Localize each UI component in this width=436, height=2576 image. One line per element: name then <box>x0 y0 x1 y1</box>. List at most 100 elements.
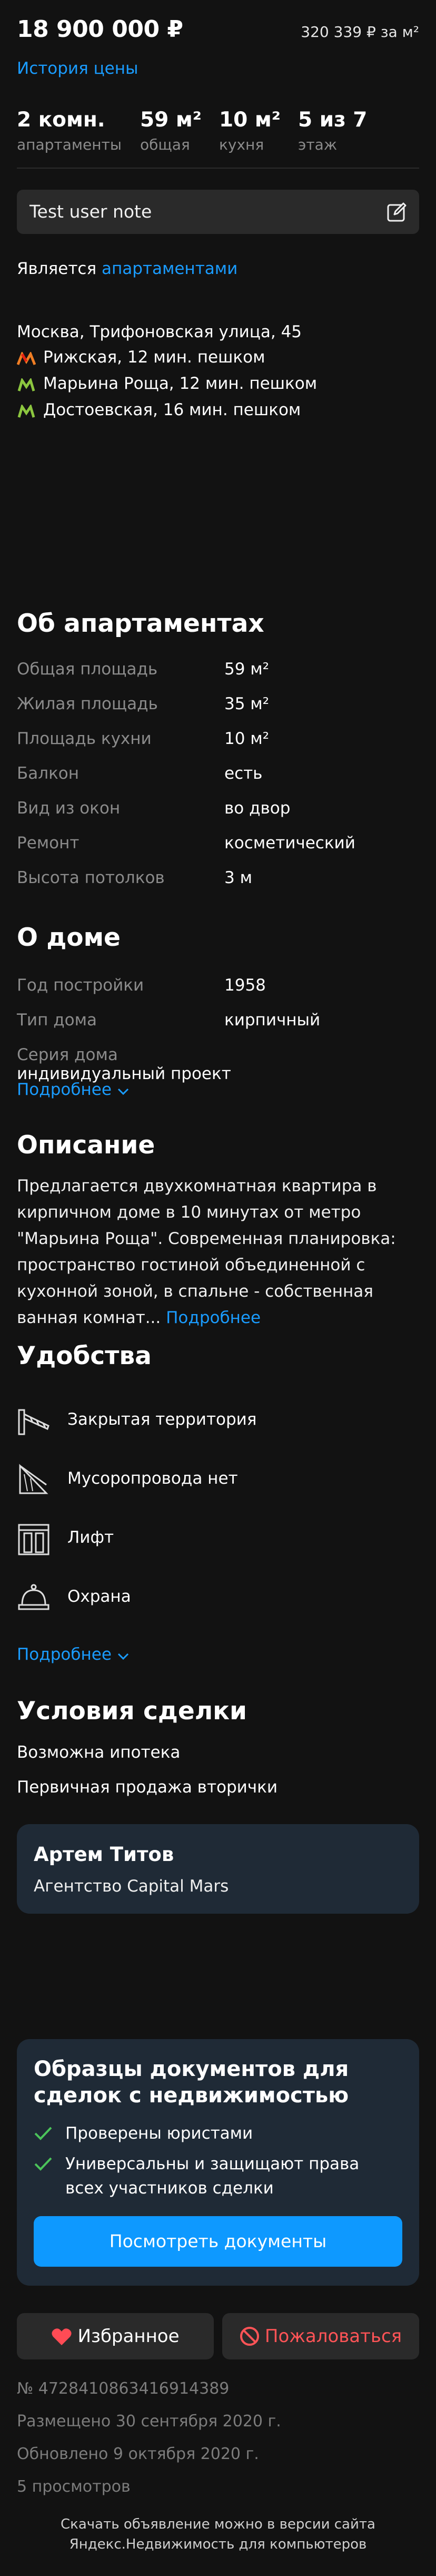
chevron-down-icon <box>117 1653 128 1660</box>
param-value: 1958 <box>224 976 266 995</box>
stat-value: 59 м² <box>140 108 202 132</box>
agent-card[interactable]: Артем Титов Агентство Capital Mars <box>17 1824 419 1914</box>
metro-station: Достоевская, 16 мин. пешком <box>17 400 301 419</box>
barrier-icon <box>18 1409 49 1435</box>
metro-icon <box>17 377 35 391</box>
house-more-link[interactable]: Подробнее <box>17 1080 130 1099</box>
user-note-text: Test user note <box>29 201 152 222</box>
amenity-label: Лифт <box>67 1528 114 1547</box>
user-note[interactable]: Test user note <box>17 190 419 234</box>
section-title-apartment: Об апартаментах <box>17 609 264 638</box>
section-title-amenities: Удобства <box>17 1341 152 1370</box>
param-value: есть <box>224 764 263 783</box>
param-value: 3 м <box>224 868 252 887</box>
param-row: Общая площадь 59 м² <box>17 660 419 679</box>
favorite-button[interactable]: Избранное <box>17 2313 214 2359</box>
listing-id: № 4728410863416914389 <box>17 2379 230 2398</box>
complain-label: Пожаловаться <box>264 2326 402 2347</box>
footer-note: Скачать объявление можно в версии сайта … <box>0 2514 436 2554</box>
param-key: Высота потолков <box>17 868 165 887</box>
bell-icon <box>18 1584 49 1610</box>
edit-icon[interactable] <box>385 200 409 223</box>
more-label: Подробнее <box>17 1645 112 1664</box>
views-count: 5 просмотров <box>17 2477 131 2496</box>
param-value: 10 м² <box>224 729 270 748</box>
param-row: Вид из окон во двор <box>17 799 419 818</box>
footer-link[interactable]: Яндекс.Недвижимость для компьютеров <box>0 2534 436 2554</box>
stat-value: 2 комн. <box>17 108 105 132</box>
param-key: Год постройки <box>17 976 144 995</box>
property-type-link[interactable]: апартаментами <box>102 259 237 278</box>
param-row: Ремонт косметический <box>17 834 419 853</box>
stat-kitchen: 10 м² кухня <box>219 107 281 153</box>
section-title-house: О доме <box>17 923 121 952</box>
agent-company: Агентство Capital Mars <box>34 1877 229 1896</box>
param-row: Площадь кухни 10 м² <box>17 729 419 748</box>
description-more-link[interactable]: Подробнее <box>166 1308 261 1327</box>
documents-benefit: Универсальны и защищают права всех участ… <box>34 2152 402 2200</box>
metro-station: Рижская, 12 мин. пешком <box>16 348 265 367</box>
param-value: кирпичный <box>224 1011 321 1030</box>
param-key: Ремонт <box>17 834 80 853</box>
documents-benefit-text: Универсальны и защищают права всех участ… <box>65 2154 360 2198</box>
complain-button[interactable]: Пожаловаться <box>222 2313 419 2359</box>
param-key: Общая площадь <box>17 660 158 679</box>
amenities-more-link[interactable]: Подробнее <box>17 1645 130 1664</box>
param-row: Серия домаиндивидуальный проект <box>17 1045 419 1083</box>
property-type-prefix: Является <box>17 259 97 278</box>
metro-icon <box>16 351 36 365</box>
view-documents-button[interactable]: Посмотреть документы <box>34 2216 402 2267</box>
checkmark-icon <box>34 2157 52 2171</box>
param-key: Балкон <box>17 764 80 783</box>
metro-label: Рижская, 12 мин. пешком <box>43 348 265 367</box>
param-key: Тип дома <box>17 1011 97 1030</box>
address: Москва, Трифоновская улица, 45 <box>17 322 302 341</box>
metro-icon <box>17 404 35 418</box>
description-body: Предлагается двухкомнатная квартира в ки… <box>17 1177 396 1327</box>
metro-label: Марьина Роща, 12 мин. пешком <box>43 374 318 393</box>
stat-label: апартаменты <box>17 136 122 153</box>
deal-condition: Возможна ипотека <box>17 1743 181 1762</box>
amenity-label: Мусоропровода нет <box>67 1469 238 1488</box>
metro-station: Марьина Роща, 12 мин. пешком <box>17 374 317 393</box>
chevron-down-icon <box>117 1088 128 1095</box>
documents-title: Образцы документов для сделок с недвижим… <box>34 2057 349 2108</box>
deal-condition: Первичная продажа вторички <box>17 1778 278 1797</box>
stat-rooms: 2 комн. апартаменты <box>17 107 122 153</box>
documents-benefit-text: Проверены юристами <box>65 2124 253 2143</box>
updated-date: Обновлено 9 октября 2020 г. <box>17 2445 259 2463</box>
param-value: косметический <box>224 834 355 853</box>
param-row: Тип дома кирпичный <box>17 1011 419 1030</box>
param-value: 35 м² <box>224 694 270 713</box>
metro-label: Достоевская, 16 мин. пешком <box>43 400 301 419</box>
stat-label: этаж <box>298 136 338 153</box>
checkmark-icon <box>34 2127 52 2140</box>
more-label: Подробнее <box>17 1080 112 1099</box>
param-key: Серия дома <box>17 1045 118 1064</box>
param-row: Жилая площадь 35 м² <box>17 694 419 713</box>
elevator-icon <box>18 1524 49 1555</box>
param-row: Год постройки 1958 <box>17 976 419 995</box>
forbidden-icon <box>240 2327 259 2346</box>
heart-icon <box>52 2328 72 2345</box>
chute-icon <box>19 1464 48 1494</box>
param-value: 59 м² <box>224 660 270 679</box>
param-row: Балкон есть <box>17 764 419 783</box>
price-history-link[interactable]: История цены <box>17 59 138 78</box>
section-title-deal: Условия сделки <box>17 1697 247 1726</box>
stat-label: общая <box>140 136 190 153</box>
documents-benefit: Проверены юристами <box>34 2121 402 2146</box>
agent-name: Артем Титов <box>34 1843 174 1866</box>
stat-floor: 5 из 7 этаж <box>298 107 367 153</box>
stat-label: кухня <box>219 136 264 153</box>
param-value: во двор <box>224 799 291 818</box>
param-key: Площадь кухни <box>17 729 152 748</box>
amenity-label: Закрытая территория <box>67 1410 257 1429</box>
description-text: Предлагается двухкомнатная квартира в ки… <box>17 1173 422 1331</box>
section-title-description: Описание <box>17 1131 155 1160</box>
param-key: Жилая площадь <box>17 694 158 713</box>
price: 18 900 000 ₽ <box>17 16 183 43</box>
property-type-line: Является апартаментами <box>17 259 237 278</box>
stat-value: 5 из 7 <box>298 108 368 132</box>
param-row: Высота потолков 3 м <box>17 868 419 887</box>
